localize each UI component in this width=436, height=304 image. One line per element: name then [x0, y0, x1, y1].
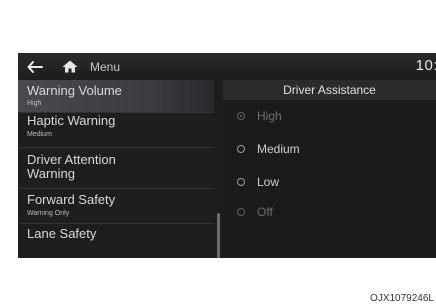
menu-item-title: Haptic Warning: [27, 113, 116, 128]
option-low[interactable]: Low: [237, 175, 279, 189]
radio-icon: [237, 178, 245, 186]
clock: 10:: [415, 57, 436, 74]
option-label: High: [257, 109, 282, 123]
menu-item-driver-attention-warning[interactable]: Driver Attention Warning: [18, 148, 214, 188]
menu-item-value: Warning Only: [27, 210, 70, 217]
option-label: Off: [257, 205, 273, 219]
back-arrow-icon: [27, 60, 43, 73]
home-icon: [62, 60, 78, 73]
menu-item-haptic-warning[interactable]: Haptic Warning Medium: [18, 113, 214, 147]
back-button[interactable]: [18, 53, 52, 80]
menu-item-value: High: [27, 100, 42, 107]
menu-item-title: Warning Volume: [27, 83, 122, 98]
menu-item-forward-safety[interactable]: Forward Safety Warning Only: [18, 189, 214, 223]
option-label: Low: [257, 175, 280, 189]
radio-icon: [237, 208, 245, 216]
option-high[interactable]: High: [237, 109, 282, 123]
menu-item-value: Medium: [27, 131, 52, 138]
infotainment-screen: Menu 10: Warning Volume High Haptic Warn…: [18, 53, 436, 258]
top-bar: Menu 10:: [18, 53, 436, 80]
option-label: Medium: [257, 142, 300, 156]
figure-code: OJX1079246L: [370, 293, 434, 304]
option-off[interactable]: Off: [237, 205, 273, 219]
options-panel: High Medium Low Off: [223, 100, 436, 258]
option-medium[interactable]: Medium: [237, 142, 300, 156]
menu-item-title: Lane Safety: [27, 226, 97, 241]
radio-icon: [237, 145, 245, 153]
home-button[interactable]: [52, 53, 88, 80]
menu-item-warning-volume[interactable]: Warning Volume High: [18, 80, 214, 112]
menu-item-title: Driver Attention Warning: [27, 152, 116, 181]
settings-menu-list: Warning Volume High Haptic Warning Mediu…: [18, 80, 223, 258]
menu-item-lane-safety[interactable]: Lane Safety: [18, 224, 214, 258]
radio-selected-icon: [237, 112, 245, 120]
scrollbar[interactable]: [217, 213, 220, 258]
menu-item-title: Forward Safety: [27, 192, 116, 207]
menu-button[interactable]: Menu: [90, 60, 120, 74]
section-title: Driver Assistance: [223, 80, 436, 100]
